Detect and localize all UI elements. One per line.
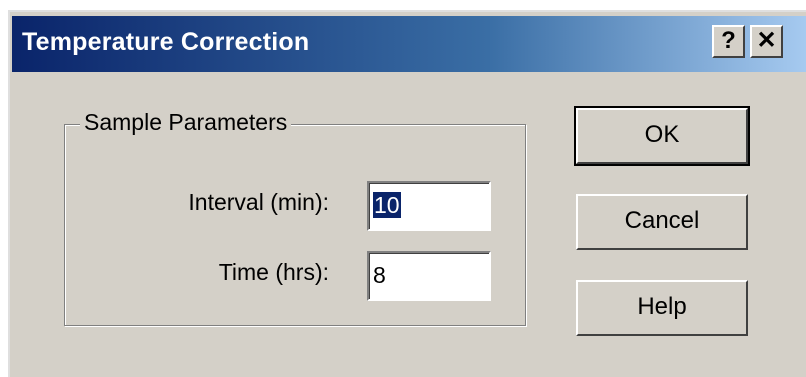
sample-parameters-group: Sample Parameters Interval (min): 10 Tim… [64,109,526,326]
help-icon[interactable]: ? [712,25,745,58]
ok-button[interactable]: OK [574,106,750,166]
interval-input[interactable]: 10 [367,181,491,231]
time-input[interactable]: 8 [367,251,491,301]
window-title: Temperature Correction [22,28,310,56]
group-legend: Sample Parameters [80,109,292,136]
time-label: Time (hrs): [218,259,329,285]
help-button[interactable]: Help [576,280,748,336]
interval-value: 10 [373,192,401,218]
close-icon[interactable]: ✕ [750,25,783,58]
cancel-button[interactable]: Cancel [576,194,748,250]
interval-label: Interval (min): [188,189,329,215]
time-value: 8 [373,262,386,288]
title-bar[interactable]: Temperature Correction ? ✕ [12,16,806,72]
temperature-correction-dialog: Temperature Correction ? ✕ Sample Parame… [8,10,806,377]
